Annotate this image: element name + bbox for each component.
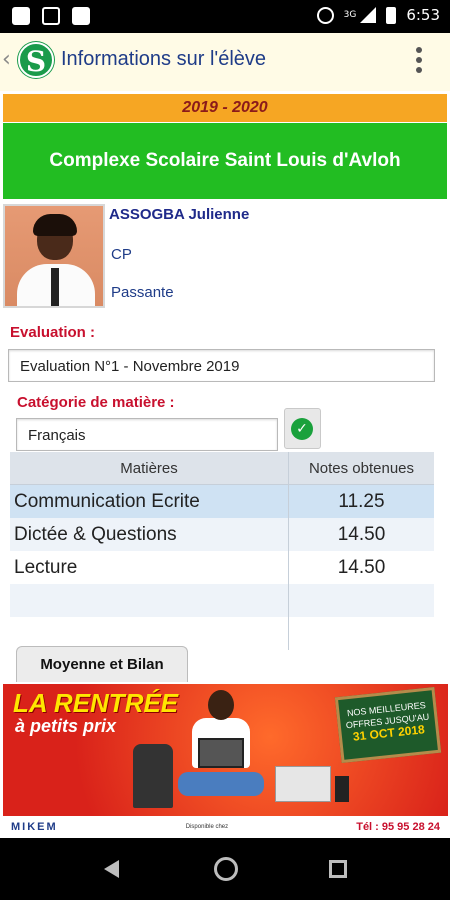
evaluation-label: Evaluation : (10, 324, 96, 341)
grade-cell: 14.50 (337, 524, 386, 545)
subject-cell: Lecture (10, 551, 289, 584)
status-left-icons (12, 7, 90, 25)
page-title: Informations sur l'élève (61, 48, 267, 70)
evaluation-select[interactable]: Evaluation N°1 - Novembre 2019 (8, 349, 435, 382)
overflow-menu-icon[interactable] (416, 47, 422, 73)
table-row[interactable]: Dictée & Questions 14.50 (10, 518, 434, 551)
offer-chalkboard: NOS MEILLEURES OFFRES JUSQU'AU 31 OCT 20… (334, 686, 442, 764)
school-name: Complexe Scolaire Saint Louis d'Avloh (3, 123, 447, 199)
school-year: 2019 - 2020 (3, 94, 447, 122)
notification-list-icon (12, 7, 30, 25)
school-bags-image (133, 744, 173, 808)
table-row[interactable]: Lecture 14.50 (10, 551, 434, 584)
status-time: 6:53 (406, 6, 440, 24)
ad-banner[interactable]: LA RENTRÉE à petits prix NOS MEILLEURES … (3, 684, 448, 816)
app-logo[interactable]: S (18, 42, 54, 78)
battery-icon (386, 6, 397, 24)
ad-footer[interactable]: MIKEM Disponible chez Tél : 95 95 28 24 (3, 816, 448, 838)
screen: 3G 6:53 ‹ S Informations sur l'élève 201… (0, 0, 450, 900)
status-bar: 3G 6:53 (0, 0, 450, 33)
nav-home-icon[interactable] (214, 857, 238, 881)
student-class: CP (111, 246, 132, 263)
table-header: Matières Notes obtenues (10, 452, 434, 485)
grade-cell: 14.50 (337, 557, 386, 578)
student-photo (3, 204, 105, 308)
ad-headline: LA RENTRÉE (13, 688, 179, 718)
tab-moyenne-bilan[interactable]: Moyenne et Bilan (16, 646, 188, 682)
grade-cell: 11.25 (338, 491, 385, 512)
network-type: 3G (343, 10, 357, 20)
alarm-icon (316, 6, 334, 24)
category-select[interactable]: Français (16, 418, 278, 451)
category-label: Catégorie de matière : (17, 394, 175, 411)
nav-recents-icon[interactable] (329, 860, 347, 878)
speaker-image (335, 776, 349, 802)
check-icon: ✓ (291, 418, 313, 440)
column-header-grade: Notes obtenues (308, 460, 415, 477)
column-header-subject: Matières (10, 452, 289, 484)
ad-phone: Tél : 95 95 28 24 (356, 821, 440, 833)
confirm-category-button[interactable]: ✓ (284, 408, 321, 449)
gmail-icon (42, 7, 60, 25)
back-chevron-icon[interactable]: ‹ (2, 47, 11, 72)
ad-brand: MIKEM (11, 821, 58, 833)
grades-table: Matières Notes obtenues Communication Ec… (10, 452, 434, 650)
ad-available: Disponible chez (185, 824, 229, 830)
image-icon (72, 7, 90, 25)
signal-icon (360, 7, 377, 23)
app-bar: ‹ S Informations sur l'élève (0, 33, 450, 91)
ad-subheadline: à petits prix (15, 716, 117, 736)
subject-cell: Dictée & Questions (10, 518, 289, 551)
student-name: ASSOGBA Julienne (109, 206, 250, 223)
student-status: Passante (111, 284, 174, 301)
printer-image (275, 766, 331, 802)
nav-back-icon[interactable] (104, 860, 119, 878)
status-right-icons: 3G 6:53 (316, 6, 440, 24)
student-with-laptop-image (178, 690, 264, 810)
table-row[interactable]: Communication Ecrite 11.25 (10, 485, 434, 518)
navigation-bar (0, 838, 450, 900)
subject-cell: Communication Ecrite (10, 485, 289, 518)
empty-table-row (10, 584, 434, 617)
